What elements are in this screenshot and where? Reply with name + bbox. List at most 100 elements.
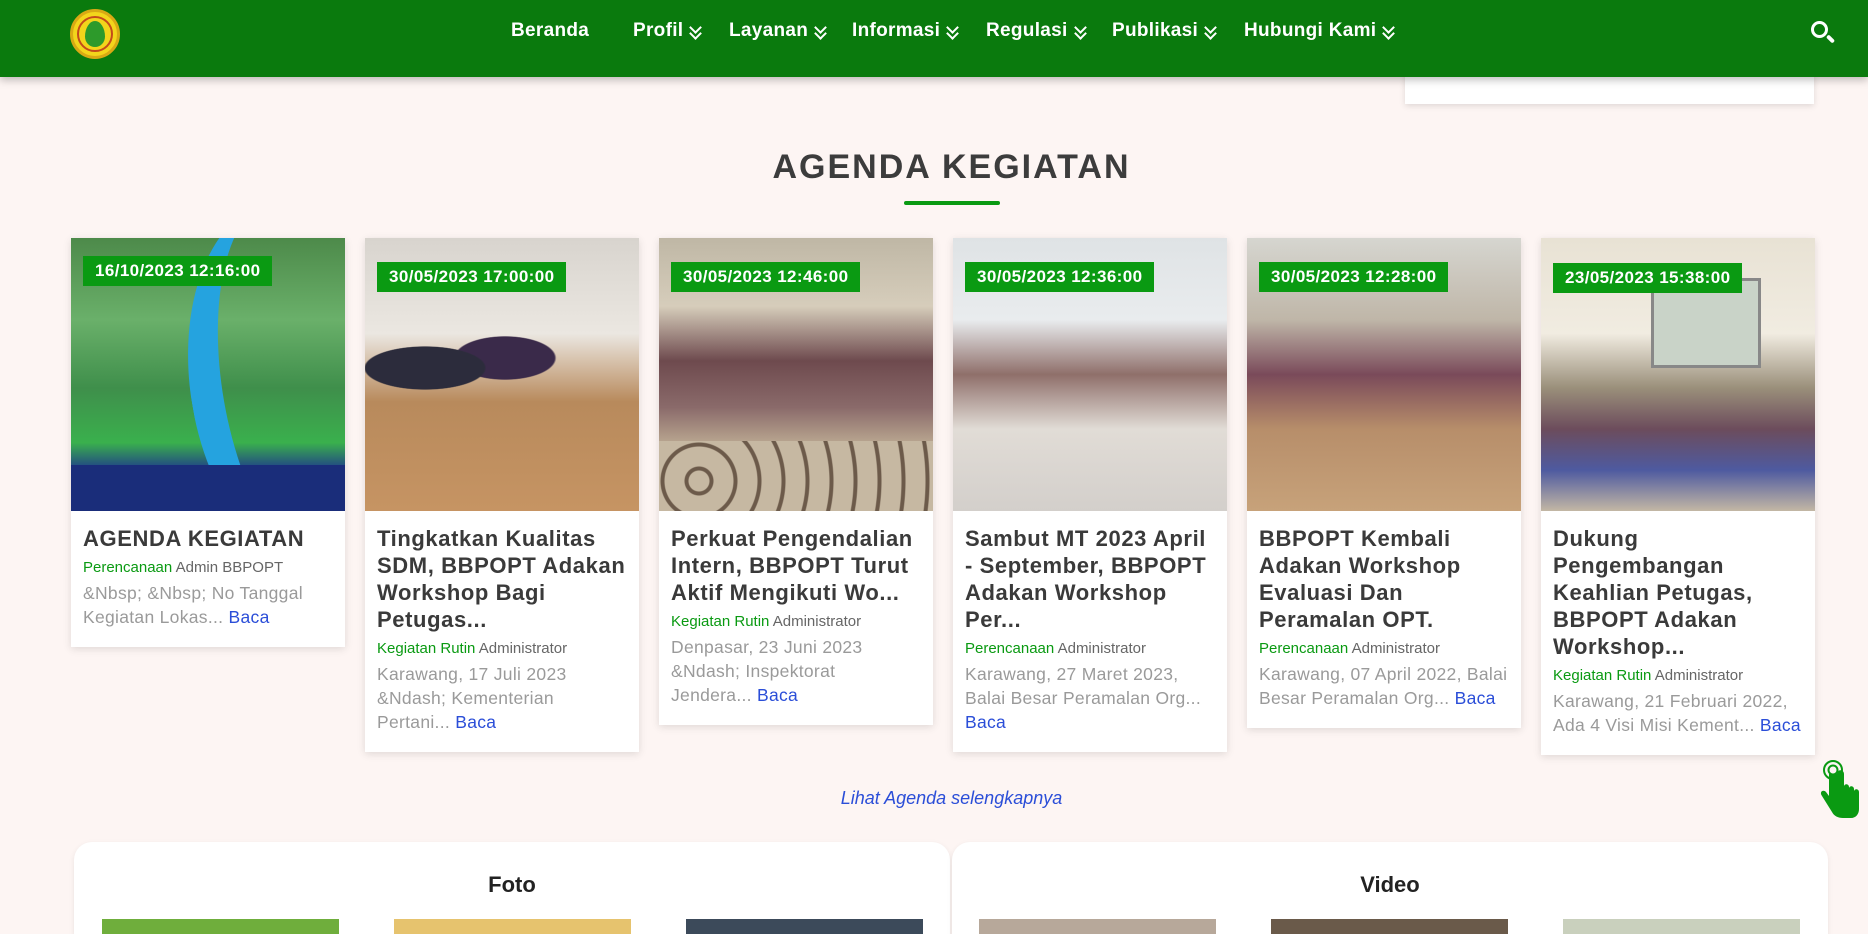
agenda-card[interactable]: 30/05/2023 12:28:00 BBPOPT Kembali Adaka… — [1247, 238, 1521, 728]
card-category[interactable]: Perencanaan — [965, 640, 1054, 657]
card-category[interactable]: Perencanaan — [1259, 640, 1348, 657]
card-title[interactable]: Dukung Pengembangan Keahlian Petugas, BB… — [1553, 525, 1803, 660]
read-more-link[interactable]: Baca — [1455, 688, 1496, 708]
nav-item-informasi[interactable]: Informasi — [852, 20, 958, 42]
card-meta: Kegiatan Rutin Administrator — [671, 612, 921, 631]
chevron-down-icon — [1074, 24, 1086, 38]
date-badge: 30/05/2023 12:46:00 — [671, 262, 861, 292]
card-meta: Perencanaan Administrator — [1259, 639, 1509, 658]
nav-label: Profil — [633, 20, 684, 41]
hand-pointer-icon — [1820, 760, 1859, 818]
search-icon[interactable] — [1810, 20, 1836, 46]
card-excerpt-text: &Nbsp; &Nbsp; No Tanggal Kegiatan Lokas.… — [83, 583, 303, 627]
card-excerpt: &Nbsp; &Nbsp; No Tanggal Kegiatan Lokas.… — [83, 581, 333, 629]
card-image[interactable]: 23/05/2023 15:38:00 — [1541, 238, 1815, 511]
card-category[interactable]: Kegiatan Rutin — [671, 613, 769, 630]
nav-item-publikasi[interactable]: Publikasi — [1112, 20, 1216, 42]
card-category[interactable]: Kegiatan Rutin — [1553, 667, 1651, 684]
nav-label: Regulasi — [986, 20, 1068, 41]
card-excerpt: Karawang, 21 Februari 2022, Ada 4 Visi M… — [1553, 689, 1803, 737]
card-author: Admin BBPOPT — [175, 559, 284, 576]
card-meta: Perencanaan Admin BBPOPT — [83, 558, 333, 577]
nav-label: Beranda — [511, 20, 590, 41]
card-author: Administrator — [1057, 640, 1146, 657]
card-excerpt: Karawang, 07 April 2022, Balai Besar Per… — [1259, 662, 1509, 710]
nav-label: Hubungi Kami — [1244, 20, 1377, 41]
view-all-agenda-link[interactable]: Lihat Agenda selengkapnya — [0, 788, 1868, 809]
nav-item-hubungi-kami[interactable]: Hubungi Kami — [1244, 20, 1394, 42]
card-body: Perkuat Pengendalian Intern, BBPOPT Turu… — [659, 511, 933, 725]
title-underline — [904, 201, 1000, 205]
card-title[interactable]: AGENDA KEGIATAN — [83, 525, 333, 552]
photo-panel-title: Foto — [488, 872, 536, 897]
photo-gallery-panel: Foto — [74, 842, 950, 934]
read-more-link[interactable]: Baca — [1760, 715, 1801, 735]
card-category[interactable]: Kegiatan Rutin — [377, 640, 475, 657]
search-lens — [1811, 21, 1828, 38]
chevron-down-icon — [689, 24, 701, 38]
nav-item-profil[interactable]: Profil — [633, 20, 701, 42]
logo-leaf-icon — [85, 21, 105, 47]
date-badge: 23/05/2023 15:38:00 — [1553, 263, 1743, 293]
card-excerpt-text: Karawang, 27 Maret 2023, Balai Besar Per… — [965, 664, 1202, 708]
agenda-card[interactable]: 30/05/2023 17:00:00 Tingkatkan Kualitas … — [365, 238, 639, 752]
photo-floor — [659, 441, 933, 511]
card-image[interactable]: 30/05/2023 12:36:00 — [953, 238, 1227, 511]
chevron-down-icon — [1204, 24, 1216, 38]
card-body: Sambut MT 2023 April - September, BBPOPT… — [953, 511, 1227, 752]
card-excerpt-text: Karawang, 21 Februari 2022, Ada 4 Visi M… — [1553, 691, 1788, 735]
ministry-logo[interactable] — [70, 9, 120, 59]
agenda-card[interactable]: 30/05/2023 12:46:00 Perkuat Pengendalian… — [659, 238, 933, 725]
card-image[interactable]: 30/05/2023 12:28:00 — [1247, 238, 1521, 511]
card-author: Administrator — [478, 640, 568, 657]
photo-thumbnail[interactable] — [102, 919, 339, 934]
date-badge: 30/05/2023 17:00:00 — [377, 262, 567, 292]
date-badge: 30/05/2023 12:28:00 — [1259, 262, 1449, 292]
read-more-link[interactable]: Baca — [757, 685, 798, 705]
read-more-link[interactable]: Baca — [229, 607, 270, 627]
chevron-down-icon — [814, 24, 826, 38]
photo-thumbnail[interactable] — [686, 919, 923, 934]
photo-thumbnail[interactable] — [394, 919, 631, 934]
video-thumbnail[interactable] — [1563, 919, 1800, 934]
card-title[interactable]: Tingkatkan Kualitas SDM, BBPOPT Adakan W… — [377, 525, 627, 633]
card-body: Tingkatkan Kualitas SDM, BBPOPT Adakan W… — [365, 511, 639, 752]
section-title: AGENDA KEGIATAN — [772, 148, 1131, 186]
video-panel-title: Video — [1360, 872, 1420, 897]
card-title[interactable]: Sambut MT 2023 April - September, BBPOPT… — [965, 525, 1215, 633]
card-author: Administrator — [1654, 667, 1744, 684]
card-title[interactable]: Perkuat Pengendalian Intern, BBPOPT Turu… — [671, 525, 921, 606]
agenda-card[interactable]: 23/05/2023 15:38:00 Dukung Pengembangan … — [1541, 238, 1815, 755]
card-image[interactable]: 30/05/2023 17:00:00 — [365, 238, 639, 511]
chevron-down-icon — [1382, 24, 1394, 38]
card-image[interactable]: 30/05/2023 12:46:00 — [659, 238, 933, 511]
video-thumbnail[interactable] — [979, 919, 1216, 934]
video-thumbnail[interactable] — [1271, 919, 1508, 934]
card-author: Administrator — [772, 613, 862, 630]
card-meta: Kegiatan Rutin Administrator — [1553, 666, 1803, 685]
card-category[interactable]: Perencanaan — [83, 559, 172, 576]
nav-label: Publikasi — [1112, 20, 1199, 41]
nav-item-beranda[interactable]: Beranda — [511, 20, 589, 42]
date-badge: 30/05/2023 12:36:00 — [965, 262, 1155, 292]
read-more-link[interactable]: Baca — [455, 712, 496, 732]
nav-label: Informasi — [852, 20, 941, 41]
photo-band — [71, 465, 345, 511]
nav-item-regulasi[interactable]: Regulasi — [986, 20, 1086, 42]
nav-label: Layanan — [729, 20, 809, 41]
card-image[interactable]: 16/10/2023 12:16:00 — [71, 238, 345, 511]
card-excerpt: Denpasar, 23 Juni 2023 &Ndash; Inspektor… — [671, 635, 921, 707]
card-excerpt: Karawang, 27 Maret 2023, Balai Besar Per… — [965, 662, 1215, 734]
agenda-card[interactable]: 16/10/2023 12:16:00 AGENDA KEGIATAN Pere… — [71, 238, 345, 647]
card-body: BBPOPT Kembali Adakan Workshop Evaluasi … — [1247, 511, 1521, 728]
card-excerpt: Karawang, 17 Juli 2023 &Ndash; Kementeri… — [377, 662, 627, 734]
search-handle — [1825, 34, 1836, 44]
photo-people — [365, 318, 565, 418]
agenda-card[interactable]: 30/05/2023 12:36:00 Sambut MT 2023 April… — [953, 238, 1227, 752]
card-title[interactable]: BBPOPT Kembali Adakan Workshop Evaluasi … — [1259, 525, 1509, 633]
top-navbar: Beranda Profil Layanan Informasi Regulas… — [0, 0, 1868, 77]
nav-item-layanan[interactable]: Layanan — [729, 20, 826, 42]
card-body: AGENDA KEGIATAN Perencanaan Admin BBPOPT… — [71, 511, 345, 647]
read-more-link[interactable]: Baca — [965, 712, 1006, 732]
video-gallery-panel: Video — [952, 842, 1828, 934]
